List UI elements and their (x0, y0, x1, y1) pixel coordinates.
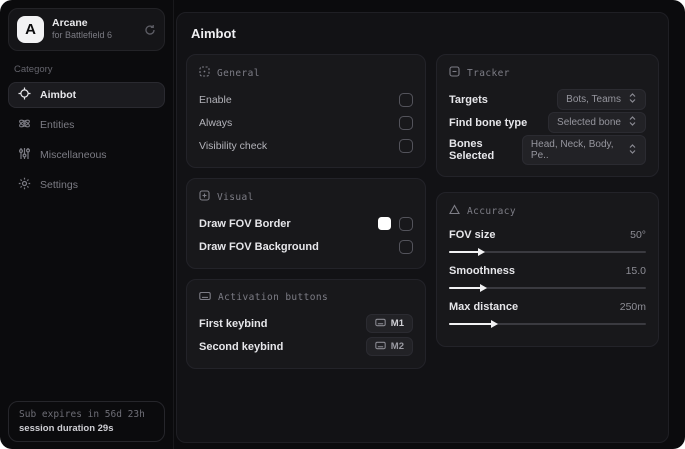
select-value: Bots, Teams (566, 94, 621, 105)
setting-label: Enable (199, 93, 232, 106)
sidebar-item-label: Miscellaneous (40, 149, 107, 161)
select-value: Selected bone (557, 117, 621, 128)
fov-size-setting: FOV size 50° (449, 227, 646, 256)
setting-label: Find bone type (449, 116, 528, 129)
slider-value: 15.0 (625, 265, 646, 277)
setting-label: FOV size (449, 229, 496, 241)
setting-row-second-keybind: Second keybind M2 (199, 336, 413, 357)
app-window: A Arcane for Battlefield 6 Category Aimb… (0, 0, 685, 449)
setting-row-draw-fov-border: Draw FOV Border (199, 213, 413, 234)
chevrons-up-down-icon (628, 143, 637, 157)
setting-label: Visibility check (199, 139, 268, 152)
scan-icon (199, 66, 210, 80)
smoothness-setting: Smoothness 15.0 (449, 263, 646, 292)
sidebar-item-settings[interactable]: Settings (8, 172, 165, 198)
slider-thumb[interactable] (477, 247, 485, 256)
page-title: Aimbot (191, 26, 236, 41)
chevrons-up-down-icon (628, 93, 637, 106)
setting-label: First keybind (199, 317, 268, 330)
fov-size-slider[interactable] (449, 247, 646, 256)
sub-expiry-text: Sub expires in 56d 23h (19, 409, 145, 420)
setting-row-enable: Enable (199, 89, 413, 110)
category-label: Category (14, 64, 53, 75)
app-logo: A (17, 16, 44, 43)
activation-buttons-card: Activation buttons First keybind M1 Seco… (186, 279, 426, 369)
triangle-icon (449, 204, 460, 218)
card-title: Tracker (467, 67, 510, 79)
setting-label: Draw FOV Border (199, 217, 291, 230)
main-area: Aimbot General Enable Always Visibility … (174, 0, 685, 449)
general-card: General Enable Always Visibility check (186, 54, 426, 168)
select-value: Head, Neck, Body, Pe.. (530, 139, 614, 161)
main-panel: Aimbot General Enable Always Visibility … (176, 12, 669, 443)
frame-plus-icon (199, 190, 210, 204)
slider-value: 250m (619, 301, 646, 313)
setting-label: Always (199, 116, 233, 129)
sidebar-item-miscellaneous[interactable]: Miscellaneous (8, 142, 165, 168)
slider-thumb[interactable] (491, 319, 499, 328)
find-bone-type-select[interactable]: Selected bone (548, 112, 646, 133)
card-title: Visual (217, 191, 254, 203)
visibility-check-checkbox[interactable] (399, 138, 413, 153)
card-title: General (217, 67, 260, 79)
draw-fov-border-checkbox[interactable] (399, 216, 413, 231)
sidebar-item-label: Entities (40, 119, 75, 131)
sliders-icon (18, 147, 31, 163)
bones-selected-select[interactable]: Head, Neck, Body, Pe.. (521, 135, 646, 165)
sidebar: A Arcane for Battlefield 6 Category Aimb… (0, 0, 174, 449)
app-name: Arcane (52, 17, 88, 30)
always-checkbox[interactable] (399, 115, 413, 130)
app-subtitle: for Battlefield 6 (52, 30, 113, 41)
setting-row-targets: Targets Bots, Teams (449, 89, 646, 110)
card-title: Activation buttons (218, 292, 329, 303)
keyboard-icon (375, 318, 386, 330)
slider-thumb[interactable] (479, 283, 487, 292)
max-distance-setting: Max distance 250m (449, 299, 646, 328)
setting-row-bones-selected: Bones Selected Head, Neck, Body, Pe.. (449, 135, 646, 165)
sidebar-item-entities[interactable]: Entities (8, 112, 165, 138)
gear-icon (18, 177, 31, 193)
session-duration-text: session duration 29s (19, 423, 114, 434)
keyboard-icon (375, 341, 386, 353)
sidebar-item-label: Settings (40, 179, 78, 191)
setting-label: Smoothness (449, 265, 516, 277)
app-logo-card: A Arcane for Battlefield 6 (8, 8, 165, 51)
enable-checkbox[interactable] (399, 92, 413, 107)
second-keybind-button[interactable]: M2 (365, 337, 413, 356)
fov-border-color-swatch[interactable] (378, 217, 391, 230)
smoothness-slider[interactable] (449, 283, 646, 292)
setting-label: Second keybind (199, 340, 284, 353)
crosshair-icon (18, 87, 31, 103)
sidebar-item-aimbot[interactable]: Aimbot (8, 82, 165, 108)
max-distance-slider[interactable] (449, 319, 646, 328)
setting-row-first-keybind: First keybind M1 (199, 313, 413, 334)
keyboard-icon (199, 291, 211, 304)
accuracy-card: Accuracy FOV size 50° Smoothness 15.0 Ma… (436, 192, 659, 347)
keybind-value: M1 (390, 318, 404, 329)
first-keybind-button[interactable]: M1 (365, 314, 413, 333)
setting-label: Draw FOV Background (199, 240, 319, 253)
card-title: Accuracy (467, 205, 516, 217)
setting-row-find-bone-type: Find bone type Selected bone (449, 112, 646, 133)
keybind-value: M2 (390, 341, 404, 352)
targets-select[interactable]: Bots, Teams (557, 89, 646, 110)
setting-row-draw-fov-background: Draw FOV Background (199, 236, 413, 257)
atom-icon (18, 117, 31, 133)
draw-fov-background-checkbox[interactable] (399, 239, 413, 254)
chevrons-up-down-icon (628, 116, 637, 129)
subscription-status-card: Sub expires in 56d 23h session duration … (8, 401, 165, 442)
visual-card: Visual Draw FOV Border Draw FOV Backgrou… (186, 178, 426, 269)
slider-value: 50° (630, 229, 646, 241)
setting-label: Max distance (449, 301, 519, 313)
sidebar-item-label: Aimbot (40, 89, 77, 101)
square-minus-icon (449, 66, 460, 80)
setting-label: Bones Selected (449, 138, 495, 162)
tracker-card: Tracker Targets Bots, Teams Find bone ty… (436, 54, 659, 177)
setting-label: Targets (449, 93, 488, 106)
refresh-icon[interactable] (144, 24, 156, 36)
setting-row-visibility-check: Visibility check (199, 135, 413, 156)
setting-row-always: Always (199, 112, 413, 133)
